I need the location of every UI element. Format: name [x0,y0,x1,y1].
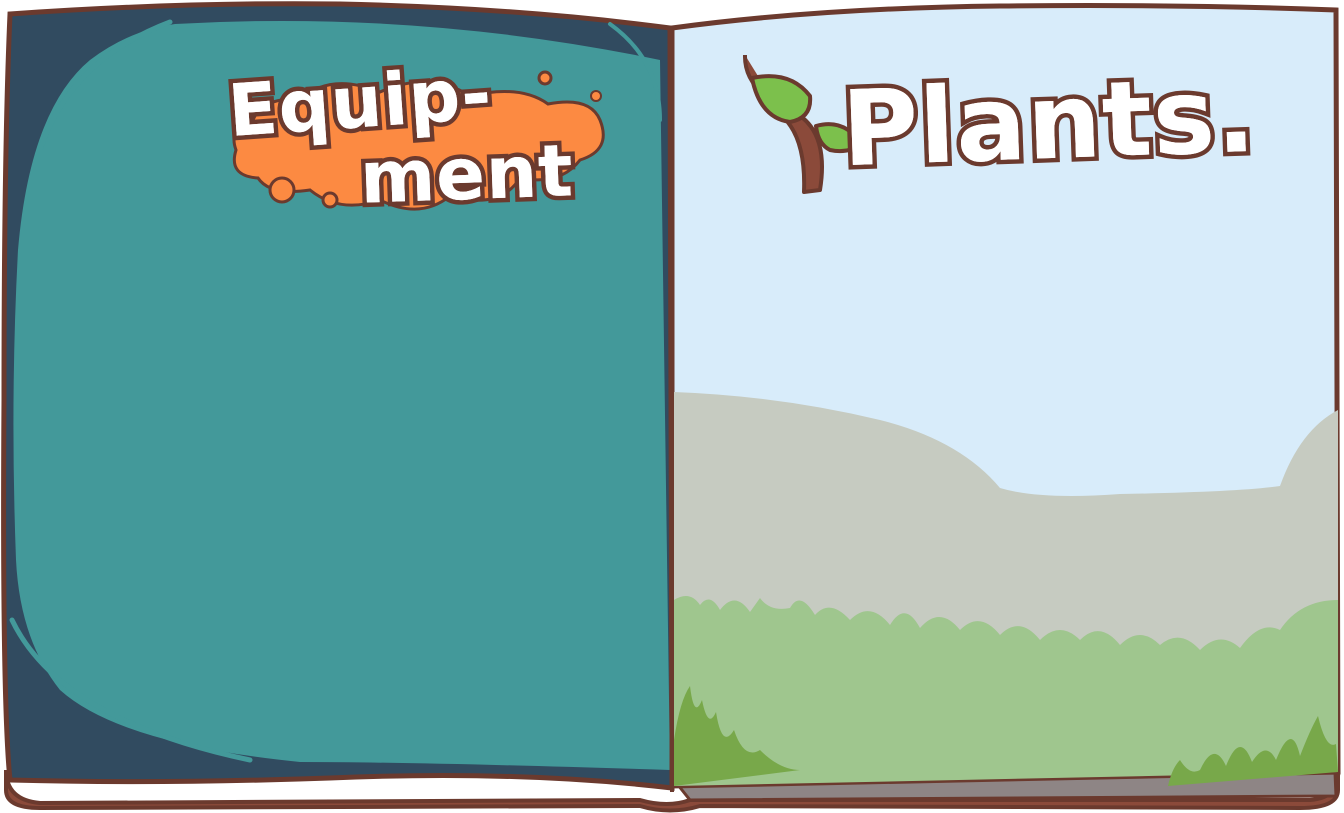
open-book: Equip- Equip- ment ment Plants. Plants. [0,0,1344,813]
equipment-title-line2: ment ment [354,124,579,224]
plants-title: Plants. Plants. [835,49,1262,194]
plants-title-fill: Plants. [839,53,1259,191]
equipment-title-line2-fill: ment [358,128,575,220]
